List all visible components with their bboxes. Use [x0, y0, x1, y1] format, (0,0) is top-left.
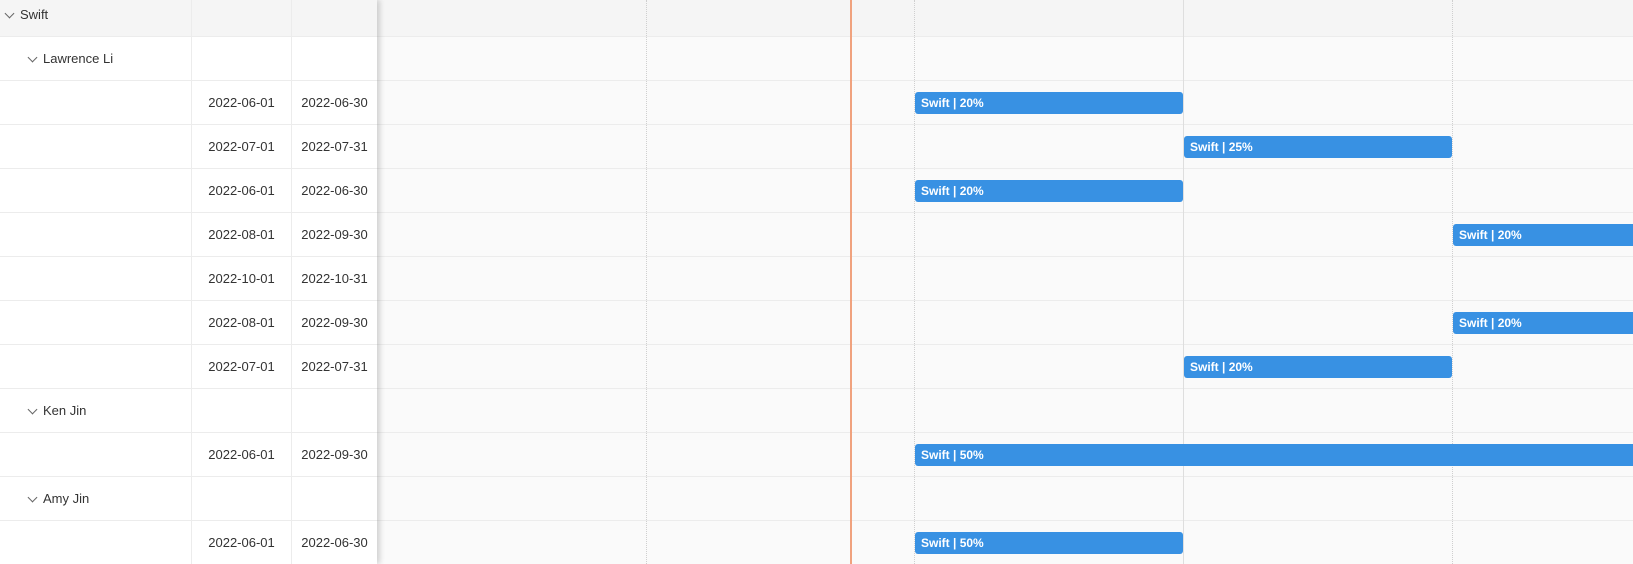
task-row[interactable]: 2022-06-01 2022-09-30	[0, 433, 377, 477]
name-cell	[0, 213, 191, 257]
start-date-cell	[191, 0, 291, 37]
end-date-cell: 2022-07-31	[291, 345, 377, 389]
task-bar[interactable]: Swift | 50%	[915, 532, 1183, 554]
start-date-cell: 2022-07-01	[191, 345, 291, 389]
task-row[interactable]: 2022-06-01 2022-06-30	[0, 81, 377, 125]
start-date-cell	[191, 389, 291, 433]
timeline-row	[377, 389, 1633, 433]
name-cell	[0, 521, 191, 564]
end-date-cell: 2022-09-30	[291, 213, 377, 257]
name-cell: Lawrence Li	[0, 37, 191, 81]
end-date-cell: 2022-07-31	[291, 125, 377, 169]
start-date-cell: 2022-06-01	[191, 433, 291, 477]
timeline-row	[377, 37, 1633, 81]
timeline-gridline	[1452, 0, 1453, 564]
timeline-row	[377, 0, 1633, 37]
task-bar[interactable]: Swift | 20%	[1184, 356, 1452, 378]
name-cell: Swift	[0, 0, 191, 37]
name-cell	[0, 169, 191, 213]
end-date-cell: 2022-06-30	[291, 521, 377, 564]
task-grid: Swift Lawrence Li 2022-06-01 2022-06-30 2022…	[0, 0, 377, 564]
chevron-down-icon[interactable]	[27, 37, 39, 81]
task-row[interactable]: 2022-07-01 2022-07-31	[0, 345, 377, 389]
group-label: Swift	[20, 7, 49, 22]
name-cell	[0, 257, 191, 301]
end-date-cell	[291, 477, 377, 521]
group-row[interactable]: Lawrence Li	[0, 37, 377, 81]
end-date-cell	[291, 0, 377, 37]
group-row[interactable]: Ken Jin	[0, 389, 377, 433]
group-row[interactable]: Swift	[0, 0, 377, 37]
task-row[interactable]: 2022-10-01 2022-10-31	[0, 257, 377, 301]
timeline-chart: Swift | 20% Swift | 25% Swift | 20% Swift |…	[377, 0, 1633, 564]
task-row[interactable]: 2022-06-01 2022-06-30	[0, 169, 377, 213]
task-bar[interactable]: Swift | 20%	[1453, 224, 1633, 246]
start-date-cell: 2022-06-01	[191, 521, 291, 564]
task-row[interactable]: 2022-08-01 2022-09-30	[0, 301, 377, 345]
name-cell	[0, 125, 191, 169]
end-date-cell: 2022-10-31	[291, 257, 377, 301]
start-date-cell: 2022-08-01	[191, 213, 291, 257]
end-date-cell	[291, 389, 377, 433]
task-row[interactable]: 2022-07-01 2022-07-31	[0, 125, 377, 169]
timeline-row	[377, 257, 1633, 301]
name-cell: Amy Jin	[0, 477, 191, 521]
task-row[interactable]: 2022-08-01 2022-09-30	[0, 213, 377, 257]
task-row[interactable]: 2022-06-01 2022-06-30	[0, 521, 377, 564]
start-date-cell	[191, 477, 291, 521]
start-date-cell: 2022-10-01	[191, 257, 291, 301]
name-cell	[0, 433, 191, 477]
start-date-cell: 2022-07-01	[191, 125, 291, 169]
end-date-cell: 2022-06-30	[291, 81, 377, 125]
group-label: Amy Jin	[43, 491, 90, 506]
end-date-cell: 2022-09-30	[291, 301, 377, 345]
start-date-cell: 2022-08-01	[191, 301, 291, 345]
task-bar[interactable]: Swift | 25%	[1184, 136, 1452, 158]
end-date-cell: 2022-09-30	[291, 433, 377, 477]
task-bar[interactable]: Swift | 20%	[915, 92, 1183, 114]
start-date-cell: 2022-06-01	[191, 81, 291, 125]
group-label: Lawrence Li	[43, 51, 114, 66]
timeline-row	[377, 301, 1633, 345]
timeline-row	[377, 477, 1633, 521]
task-bar[interactable]: Swift | 20%	[1453, 312, 1633, 334]
name-cell	[0, 345, 191, 389]
chevron-down-icon[interactable]	[27, 389, 39, 433]
timeline-row	[377, 213, 1633, 257]
chevron-down-icon[interactable]	[4, 0, 16, 37]
name-cell	[0, 81, 191, 125]
end-date-cell	[291, 37, 377, 81]
start-date-cell	[191, 37, 291, 81]
task-bar[interactable]: Swift | 20%	[915, 180, 1183, 202]
end-date-cell: 2022-06-30	[291, 169, 377, 213]
task-bar[interactable]: Swift | 50%	[915, 444, 1633, 466]
group-row[interactable]: Amy Jin	[0, 477, 377, 521]
chevron-down-icon[interactable]	[27, 477, 39, 521]
today-marker-line	[850, 0, 852, 564]
start-date-cell: 2022-06-01	[191, 169, 291, 213]
name-cell	[0, 301, 191, 345]
group-label: Ken Jin	[43, 403, 87, 418]
name-cell: Ken Jin	[0, 389, 191, 433]
timeline-gridline	[646, 0, 647, 564]
timeline-gridline	[1183, 0, 1184, 564]
timeline-gridline	[914, 0, 915, 564]
